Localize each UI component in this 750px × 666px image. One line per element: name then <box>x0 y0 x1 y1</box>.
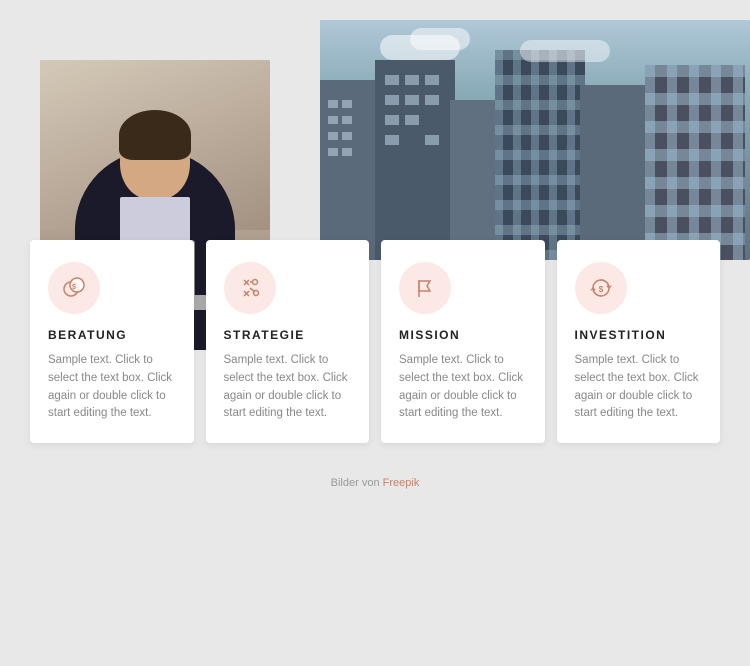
beratung-text: Sample text. Click to select the text bo… <box>48 352 176 423</box>
footer: Bilder von Freepik <box>0 463 750 499</box>
strategie-text: Sample text. Click to select the text bo… <box>224 352 352 423</box>
cards-row: $ BERATUNG Sample text. Click to select … <box>30 240 720 443</box>
strategy-icon <box>237 275 263 301</box>
investition-icon-wrap: $ <box>575 262 627 314</box>
strategie-icon-wrap <box>224 262 276 314</box>
mission-icon-wrap <box>399 262 451 314</box>
page-wrapper: $ BERATUNG Sample text. Click to select … <box>0 0 750 666</box>
beratung-title: BERATUNG <box>48 328 176 342</box>
investment-icon: $ <box>588 275 614 301</box>
mission-title: MISSION <box>399 328 527 342</box>
flag-icon <box>412 275 438 301</box>
card-investition[interactable]: $ INVESTITION Sample text. Click to sele… <box>557 240 721 443</box>
strategie-title: STRATEGIE <box>224 328 352 342</box>
card-beratung[interactable]: $ BERATUNG Sample text. Click to select … <box>30 240 194 443</box>
footer-label: Bilder von <box>331 477 380 489</box>
svg-text:$: $ <box>598 285 603 294</box>
footer-link[interactable]: Freepik <box>383 477 420 489</box>
investition-title: INVESTITION <box>575 328 703 342</box>
buildings-image <box>320 20 750 260</box>
coins-icon: $ <box>61 275 87 301</box>
svg-text:$: $ <box>72 284 76 291</box>
mission-text: Sample text. Click to select the text bo… <box>399 352 527 423</box>
cards-section: $ BERATUNG Sample text. Click to select … <box>0 240 750 463</box>
card-strategie[interactable]: STRATEGIE Sample text. Click to select t… <box>206 240 370 443</box>
investition-text: Sample text. Click to select the text bo… <box>575 352 703 423</box>
card-mission[interactable]: MISSION Sample text. Click to select the… <box>381 240 545 443</box>
beratung-icon-wrap: $ <box>48 262 100 314</box>
